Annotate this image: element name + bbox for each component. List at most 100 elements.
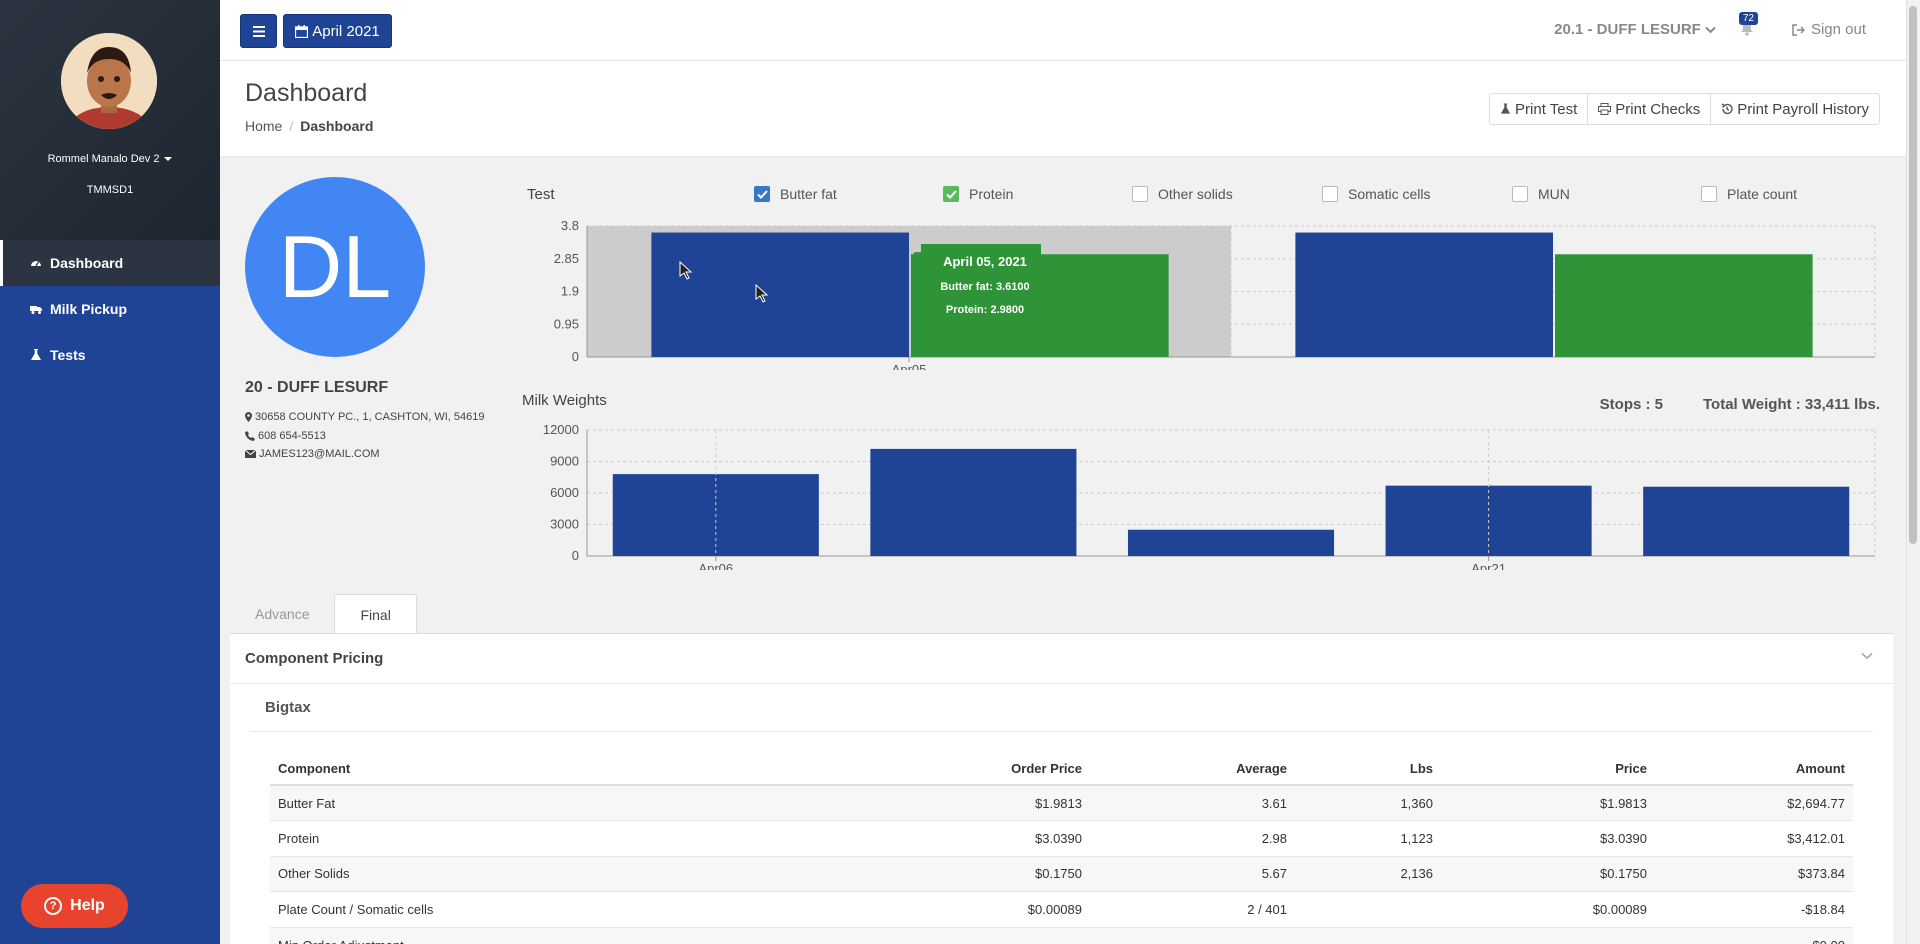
total-weight: Total Weight : 33,411 lbs. bbox=[1703, 396, 1880, 413]
checkbox-unchecked-icon[interactable] bbox=[1701, 186, 1717, 202]
test-chart[interactable]: 0 0.95 1.9 2.85 3.8 Apr05 April 05, 2021 Butter… bbox=[530, 220, 1910, 370]
print-checks-label: Print Checks bbox=[1615, 100, 1701, 118]
cell-order-price bbox=[970, 926, 1090, 944]
email-text[interactable]: JAMES123@MAIL.COM bbox=[259, 448, 380, 460]
table-row: Other Solids $0.1750 5.67 2,136 $0.1750 … bbox=[270, 855, 1853, 892]
col-order-price: Order Price bbox=[970, 752, 1090, 786]
col-price: Price bbox=[1441, 752, 1655, 786]
print-checks-button[interactable]: Print Checks bbox=[1588, 94, 1712, 124]
bigtax-header: Bigtax bbox=[250, 684, 1873, 732]
phone-icon bbox=[245, 431, 255, 441]
cell-component: Other Solids bbox=[270, 855, 970, 892]
cell-price: $0.1750 bbox=[1441, 855, 1655, 892]
legend-label: Other solids bbox=[1158, 186, 1233, 202]
sidebar-nav: Dashboard Milk Pickup Tests bbox=[0, 240, 220, 378]
cell-order-price: $3.0390 bbox=[970, 820, 1090, 856]
y-tick-label: 6000 bbox=[550, 485, 579, 500]
checkbox-unchecked-icon[interactable] bbox=[1512, 186, 1528, 202]
print-test-button[interactable]: Print Test bbox=[1490, 94, 1589, 124]
table-row: Plate Count / Somatic cells $0.00089 2 /… bbox=[270, 891, 1853, 927]
account-selector[interactable]: 20.1 - DUFF LESURF bbox=[1554, 21, 1716, 38]
history-icon bbox=[1721, 103, 1733, 115]
tooltip-protein: Protein: 2.9800 bbox=[946, 304, 1024, 316]
sidebar-item-tests[interactable]: Tests bbox=[0, 332, 220, 378]
legend-butter-fat[interactable]: Butter fat bbox=[754, 186, 837, 202]
panel-title: Component Pricing bbox=[245, 650, 384, 667]
page-header: Dashboard Home / Dashboard Print Test Prin… bbox=[220, 61, 1906, 157]
breadcrumb: Home / Dashboard bbox=[245, 118, 373, 134]
checkbox-checked-icon[interactable] bbox=[754, 186, 770, 202]
sidebar-item-label: Tests bbox=[50, 347, 86, 363]
hamburger-icon bbox=[252, 25, 265, 37]
cell-amount: $3,412.01 bbox=[1655, 820, 1853, 856]
cell-lbs bbox=[1295, 926, 1441, 944]
print-payroll-history-button[interactable]: Print Payroll History bbox=[1711, 94, 1879, 124]
sidebar: Rommel Manalo Dev 2 TMMSD1 Dashboard Mil… bbox=[0, 0, 220, 944]
legend-label: Protein bbox=[969, 186, 1014, 202]
y-tick-label: 12000 bbox=[543, 422, 579, 437]
legend-protein[interactable]: Protein bbox=[943, 186, 1013, 202]
cell-amount: -$18.84 bbox=[1655, 891, 1853, 927]
month-picker-button[interactable]: April 2021 bbox=[283, 14, 392, 48]
weights-chart-label: Milk Weights bbox=[522, 392, 607, 409]
table-row: Protein $3.0390 2.98 1,123 $3.0390 $3,41… bbox=[270, 820, 1853, 856]
address-text: 30658 COUNTY PC., 1, CASHTON, WI, 54619 bbox=[255, 411, 485, 423]
user-avatar[interactable] bbox=[61, 33, 157, 129]
tab-final[interactable]: Final bbox=[334, 594, 417, 634]
print-payroll-label: Print Payroll History bbox=[1737, 100, 1869, 118]
user-menu[interactable]: Rommel Manalo Dev 2 bbox=[0, 153, 220, 165]
producer-avatar: DL bbox=[245, 177, 425, 357]
y-tick-label: 2.85 bbox=[554, 251, 579, 266]
legend-mun[interactable]: MUN bbox=[1512, 186, 1570, 202]
cell-average: 5.67 bbox=[1090, 855, 1295, 892]
cell-order-price: $0.1750 bbox=[970, 855, 1090, 892]
legend-plate-count[interactable]: Plate count bbox=[1701, 186, 1797, 202]
breadcrumb-separator: / bbox=[289, 118, 294, 134]
menu-toggle-button[interactable] bbox=[240, 14, 277, 48]
envelope-icon bbox=[245, 450, 256, 458]
flask-icon bbox=[31, 349, 41, 360]
chevron-down-icon[interactable] bbox=[1861, 652, 1873, 660]
sidebar-item-dashboard[interactable]: Dashboard bbox=[0, 240, 220, 286]
calendar-icon bbox=[295, 24, 309, 38]
checkbox-unchecked-icon[interactable] bbox=[1322, 186, 1338, 202]
bar-milk-weight bbox=[1643, 486, 1850, 556]
cell-order-price: $1.9813 bbox=[970, 784, 1090, 821]
bar-butter-fat bbox=[651, 232, 909, 357]
component-pricing-header[interactable]: Component Pricing bbox=[230, 634, 1893, 684]
scrollbar-thumb[interactable] bbox=[1909, 6, 1917, 544]
y-tick-label: 1.9 bbox=[561, 284, 579, 299]
sidebar-item-milk-pickup[interactable]: Milk Pickup bbox=[0, 286, 220, 332]
checkbox-checked-icon[interactable] bbox=[943, 186, 959, 202]
cell-amount: $373.84 bbox=[1655, 855, 1853, 892]
page-scrollbar[interactable] bbox=[1906, 0, 1920, 944]
phone-text: 608 654-5513 bbox=[258, 430, 326, 442]
breadcrumb-home[interactable]: Home bbox=[245, 118, 282, 134]
flask-icon bbox=[1500, 103, 1511, 114]
col-component: Component bbox=[270, 752, 970, 786]
stops-count: Stops : 5 bbox=[1599, 396, 1663, 413]
printer-icon bbox=[1598, 103, 1612, 115]
dashboard-icon bbox=[31, 261, 41, 267]
map-marker-icon bbox=[245, 412, 252, 422]
cell-price: $3.0390 bbox=[1441, 820, 1655, 856]
help-button[interactable]: ? Help bbox=[21, 884, 128, 928]
tab-advance[interactable]: Advance bbox=[230, 594, 334, 634]
cell-lbs: 1,123 bbox=[1295, 820, 1441, 856]
help-label: Help bbox=[70, 897, 105, 914]
sign-out-label: Sign out bbox=[1810, 21, 1866, 38]
bar-milk-weight bbox=[870, 448, 1077, 556]
weights-chart[interactable]: 0 3000 6000 9000 12000 Apr06 Apr21 bbox=[530, 420, 1910, 570]
component-pricing-table: Component Order Price Average Lbs Price … bbox=[270, 752, 1853, 944]
legend-other-solids[interactable]: Other solids bbox=[1132, 186, 1233, 202]
question-icon: ? bbox=[44, 897, 63, 915]
test-chart-label: Test bbox=[527, 186, 555, 203]
x-tick-label: Apr21 bbox=[1471, 561, 1506, 570]
checkbox-unchecked-icon[interactable] bbox=[1132, 186, 1148, 202]
cell-amount: $2,694.77 bbox=[1655, 784, 1853, 821]
sidebar-item-label: Dashboard bbox=[50, 255, 124, 271]
x-tick-label: Apr05 bbox=[892, 362, 927, 370]
legend-somatic-cells[interactable]: Somatic cells bbox=[1322, 186, 1430, 202]
topbar: April 2021 20.1 - DUFF LESURF 72 Sign ou… bbox=[220, 0, 1906, 61]
sign-out-button[interactable]: Sign out bbox=[1792, 21, 1866, 38]
